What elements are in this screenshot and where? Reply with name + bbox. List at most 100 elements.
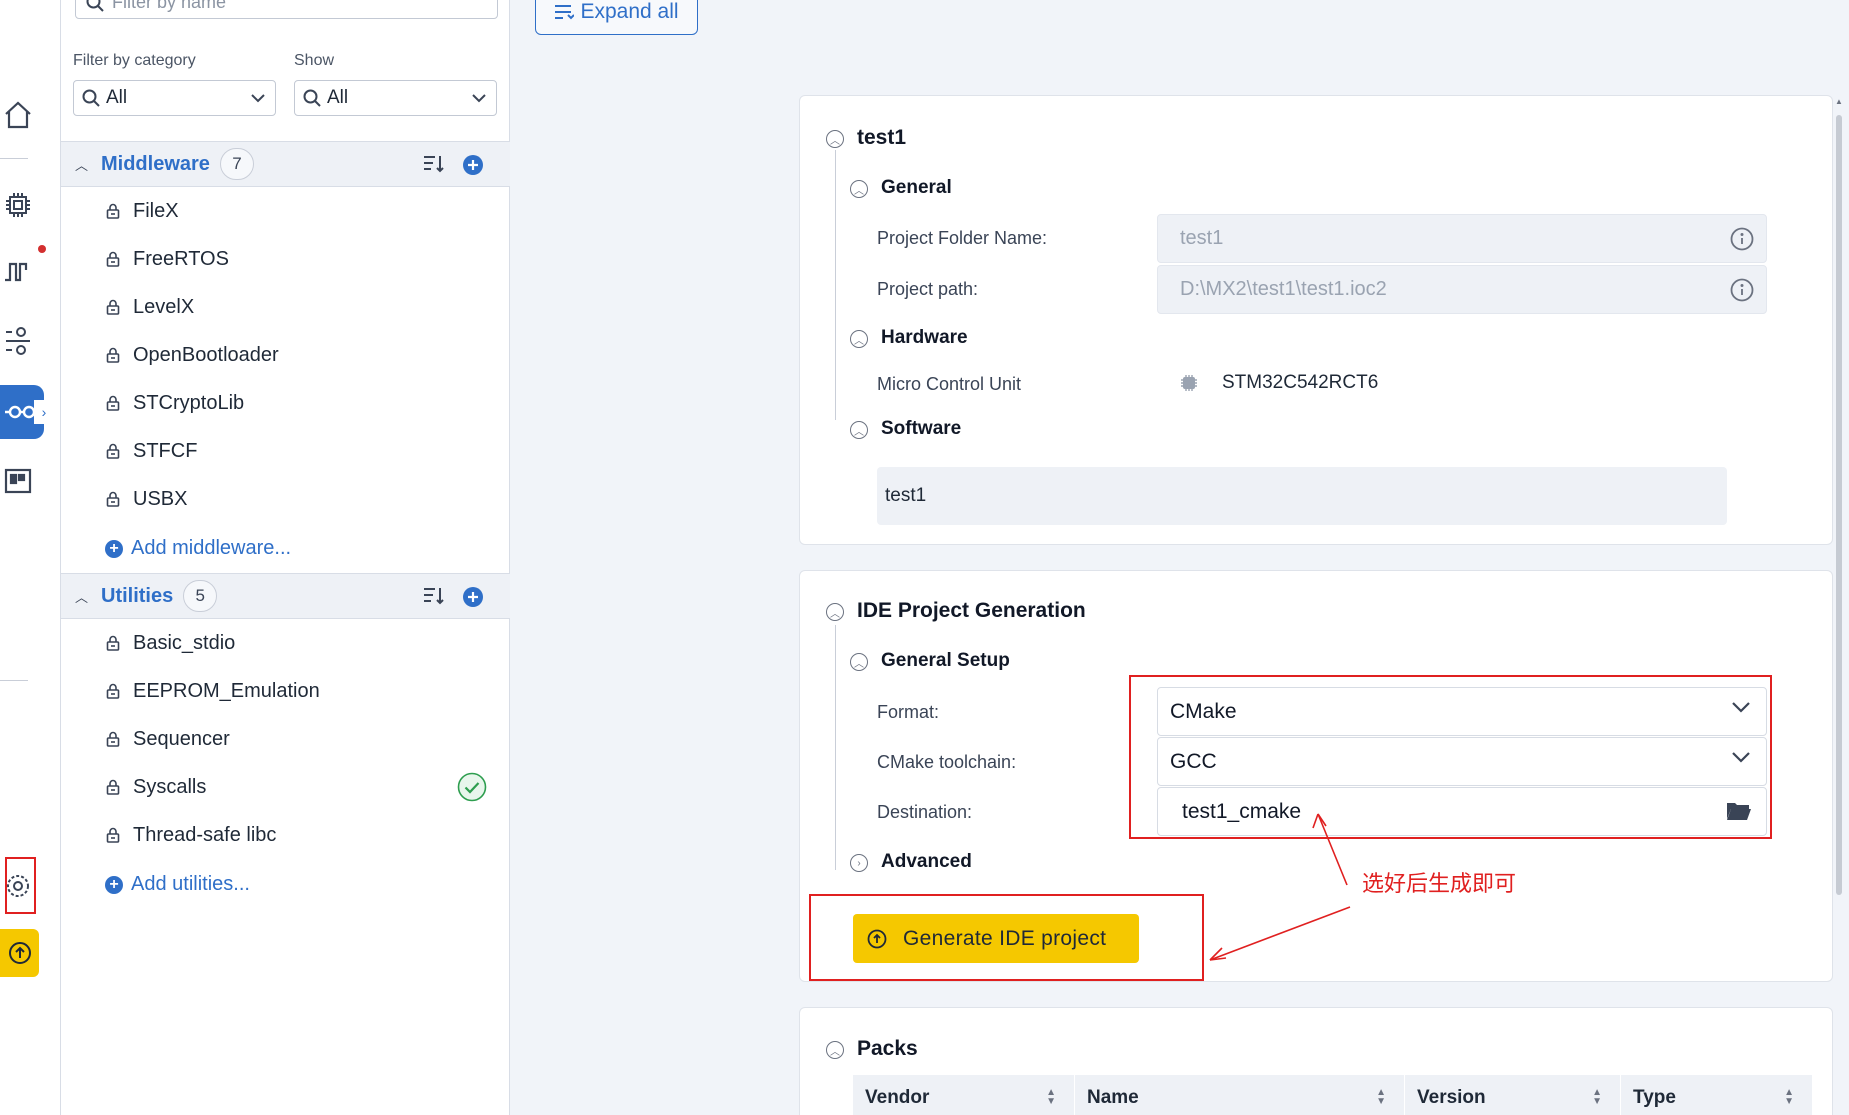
sort-arrows-icon[interactable]: ▲ ▼	[1376, 1088, 1386, 1107]
list-item[interactable]: STCryptoLib	[61, 379, 510, 427]
lock-icon	[105, 442, 121, 460]
category-select[interactable]: All	[73, 80, 276, 116]
list-item[interactable]: EEPROM_Emulation	[61, 667, 510, 715]
utilities-group-header[interactable]: ︿ Utilities 5	[61, 573, 510, 619]
generate-code-button[interactable]	[0, 929, 39, 977]
folder-name-label: Project Folder Name:	[877, 228, 1048, 248]
board-icon[interactable]	[0, 461, 36, 501]
list-item[interactable]: USBX	[61, 475, 510, 523]
lock-icon	[105, 778, 121, 796]
middleware-title: Middleware	[101, 152, 210, 175]
list-item[interactable]: STFCF	[61, 427, 510, 475]
column-header-vendor[interactable]: Vendor ▲ ▼	[853, 1075, 1075, 1115]
info-icon[interactable]	[1730, 227, 1754, 251]
lock-icon	[105, 250, 121, 268]
show-select[interactable]: All	[294, 80, 497, 116]
middleware-count-badge: 7	[219, 148, 254, 180]
category-select-value: All	[106, 87, 128, 108]
add-circle-icon: +	[105, 539, 123, 558]
lock-icon	[105, 682, 121, 700]
ide-section-title: IDE Project Generation	[857, 599, 1086, 622]
info-icon[interactable]	[1730, 278, 1754, 302]
lock-icon	[105, 202, 121, 220]
sort-arrows-icon[interactable]: ▲ ▼	[1784, 1088, 1794, 1107]
sort-arrows-icon[interactable]: ▲ ▼	[1592, 1088, 1602, 1107]
list-item-label: FileX	[133, 199, 179, 222]
lock-icon	[105, 490, 121, 508]
list-item-label: Sequencer	[133, 727, 230, 750]
add-circle-icon[interactable]	[462, 154, 484, 176]
software-component-row[interactable]: test1	[877, 467, 1727, 525]
lock-icon	[105, 826, 121, 844]
list-item[interactable]: FreeRTOS	[61, 235, 510, 283]
list-item[interactable]: Sequencer	[61, 715, 510, 763]
column-header-name[interactable]: Name ▲ ▼	[1075, 1075, 1405, 1115]
general-setup-title: General Setup	[881, 650, 1010, 671]
lock-icon	[105, 346, 121, 364]
list-item[interactable]: Thread-safe libc	[61, 811, 510, 859]
collapse-caret-icon[interactable]: ︿	[75, 155, 89, 174]
collapse-circle-icon[interactable]: ︿	[826, 603, 844, 621]
packs-title: Packs	[857, 1037, 918, 1060]
column-header-type[interactable]: Type ▲ ▼	[1621, 1075, 1813, 1115]
column-label: Type	[1633, 1086, 1676, 1108]
rail-divider	[0, 158, 28, 159]
expand-all-button[interactable]: Expand all	[535, 0, 698, 35]
collapse-circle-icon[interactable]: ︿	[826, 1041, 844, 1059]
list-item-label: OpenBootloader	[133, 343, 279, 366]
annotation-box-generate	[809, 894, 1204, 981]
column-label: Version	[1417, 1086, 1486, 1108]
project-path-value: D:\MX2\test1\test1.ioc2	[1180, 278, 1387, 300]
add-middleware-label: Add middleware...	[131, 537, 292, 559]
add-utilities-label: Add utilities...	[131, 873, 250, 895]
settings-tree-icon[interactable]	[0, 320, 36, 360]
collapse-circle-icon[interactable]: ︿	[850, 421, 868, 439]
collapse-caret-icon[interactable]: ︿	[75, 587, 89, 606]
show-filter-label: Show	[294, 52, 335, 69]
annotation-text: 选好后生成即可	[1362, 872, 1517, 897]
search-icon	[86, 0, 104, 12]
mcu-label: Micro Control Unit	[877, 374, 1022, 394]
chip-icon[interactable]	[0, 185, 36, 225]
show-select-value: All	[327, 87, 349, 108]
general-section-title: General	[881, 177, 952, 198]
project-title: test1	[857, 126, 907, 149]
list-item[interactable]: LevelX	[61, 283, 510, 331]
filter-name-placeholder: Filter by name	[112, 0, 227, 12]
sort-icon[interactable]	[423, 586, 445, 606]
chevron-right-icon[interactable]: ›	[34, 400, 54, 424]
scroll-up-icon[interactable]: ▲	[1835, 97, 1843, 106]
lock-icon	[105, 730, 121, 748]
list-item[interactable]: FileX	[61, 187, 510, 235]
home-icon[interactable]	[0, 95, 36, 135]
sort-arrows-icon[interactable]: ▲ ▼	[1046, 1088, 1056, 1107]
filter-name-input[interactable]: Filter by name	[75, 0, 498, 19]
collapse-circle-icon[interactable]: ︿	[850, 180, 868, 198]
advanced-section-title: Advanced	[881, 851, 972, 872]
clock-signal-icon[interactable]	[0, 251, 36, 291]
highlight-box	[5, 857, 36, 914]
search-icon	[82, 89, 100, 107]
list-item-label: Basic_stdio	[133, 631, 236, 654]
list-item[interactable]: OpenBootloader	[61, 331, 510, 379]
column-header-version[interactable]: Version ▲ ▼	[1405, 1075, 1621, 1115]
list-item[interactable]: Syscalls	[61, 763, 510, 811]
add-middleware-link[interactable]: + Add middleware...	[105, 537, 291, 560]
toolchain-label: CMake toolchain:	[877, 752, 1017, 772]
software-section-title: Software	[881, 418, 962, 439]
collapse-circle-icon[interactable]: ︿	[850, 653, 868, 671]
collapse-circle-icon[interactable]: ︿	[826, 130, 844, 148]
lock-icon	[105, 394, 121, 412]
middleware-group-header[interactable]: ︿ Middleware 7	[61, 141, 510, 187]
sort-icon[interactable]	[423, 154, 445, 174]
search-icon	[303, 89, 321, 107]
utilities-count-badge: 5	[183, 580, 218, 612]
main-scrollbar[interactable]: ▲	[1834, 95, 1844, 1115]
list-item[interactable]: Basic_stdio	[61, 619, 510, 667]
add-utilities-link[interactable]: + Add utilities...	[105, 873, 250, 896]
chevron-down-icon	[251, 93, 265, 102]
collapse-circle-icon[interactable]: ︿	[850, 330, 868, 348]
scrollbar-thumb[interactable]	[1836, 115, 1842, 895]
expand-circle-icon[interactable]: ›	[850, 854, 868, 872]
add-circle-icon[interactable]	[462, 586, 484, 608]
